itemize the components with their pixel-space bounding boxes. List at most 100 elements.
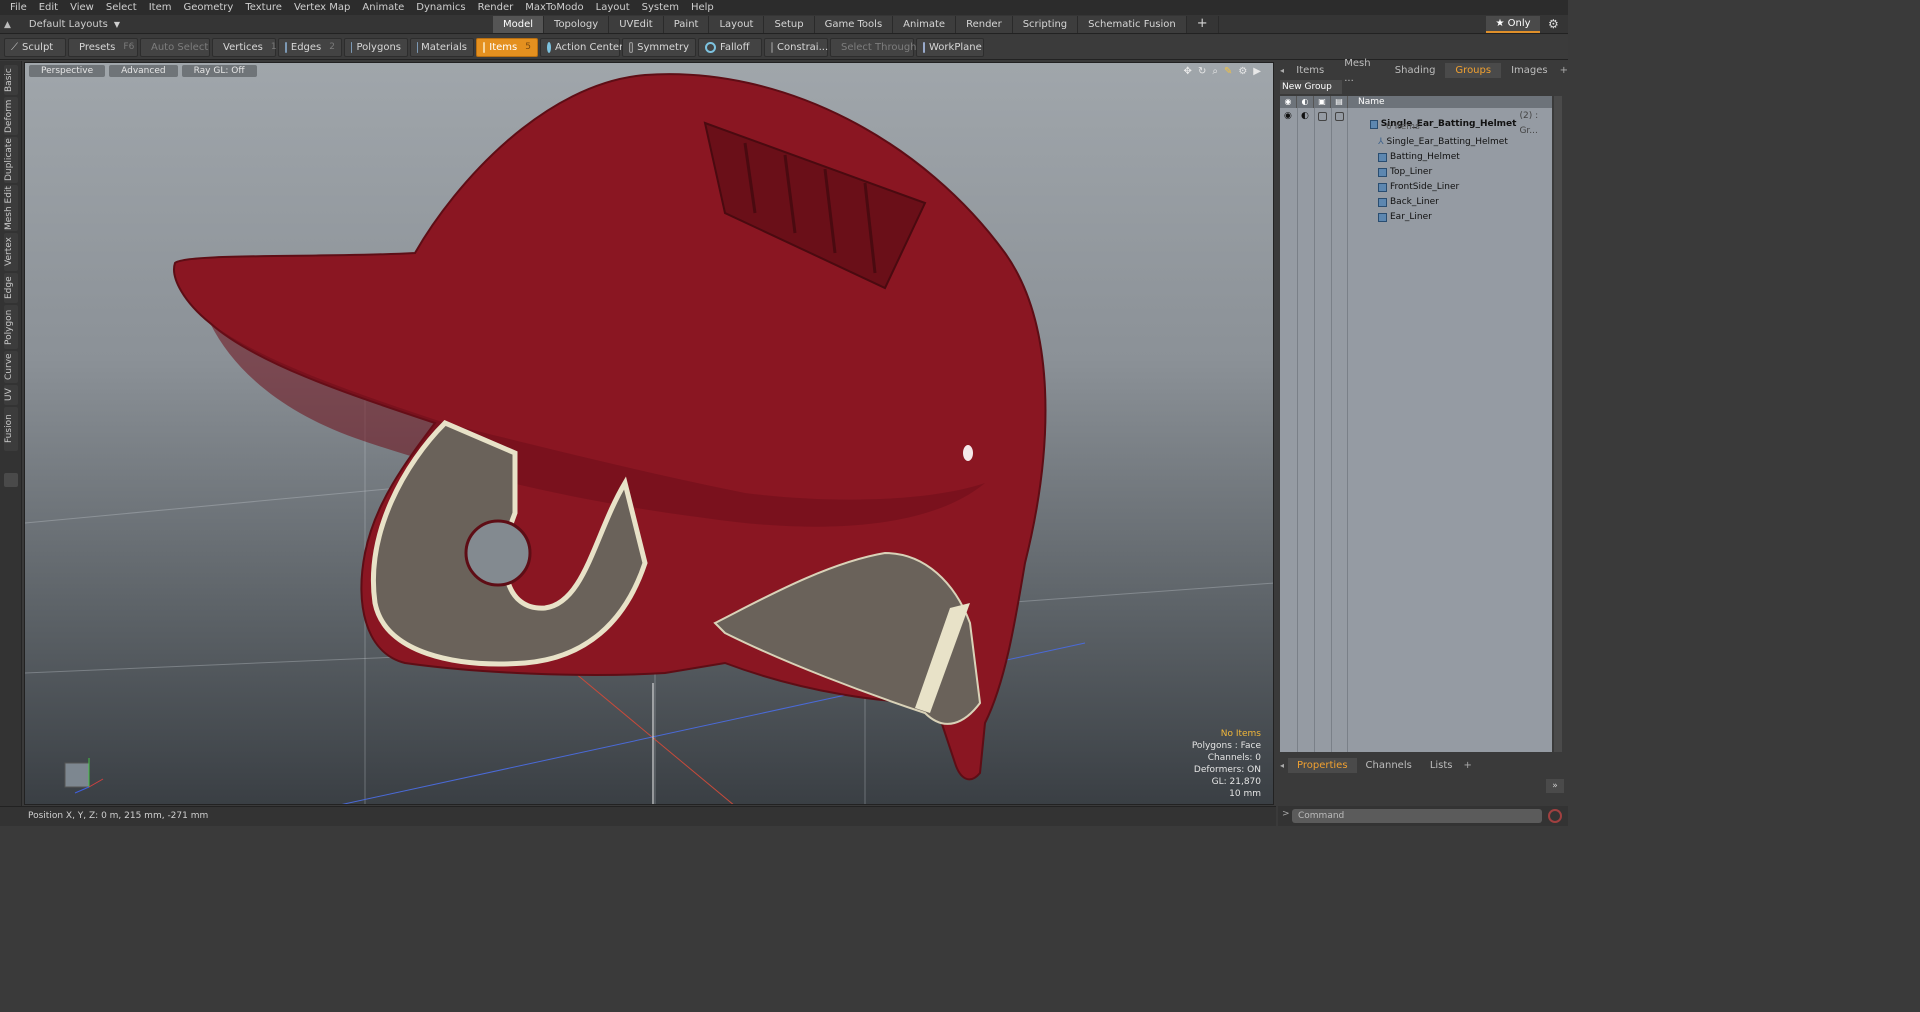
- menu-geometry[interactable]: Geometry: [177, 0, 239, 15]
- new-group-button[interactable]: New Group: [1280, 80, 1342, 94]
- vtab-deform[interactable]: Deform: [4, 97, 18, 135]
- items-button[interactable]: Items 5: [476, 37, 538, 57]
- select-through-button[interactable]: Select Through: [830, 37, 917, 57]
- list-item[interactable]: Back_Liner: [1280, 195, 1552, 210]
- list-item[interactable]: Batting_Helmet: [1280, 150, 1552, 165]
- lock-toggle[interactable]: [1318, 112, 1327, 121]
- auto-select-button[interactable]: Auto Select: [140, 37, 210, 57]
- menu-dynamics[interactable]: Dynamics: [410, 0, 471, 15]
- sculpt-button[interactable]: ⟋ Sculpt: [4, 37, 66, 57]
- vtab-polygon[interactable]: Polygon: [4, 305, 18, 349]
- list-item[interactable]: Top_Liner: [1280, 165, 1552, 180]
- tab-channels[interactable]: Channels: [1357, 758, 1421, 773]
- add-panel-tab-icon[interactable]: +: [1558, 65, 1568, 76]
- menu-select[interactable]: Select: [100, 0, 143, 15]
- vtab-curve[interactable]: Curve: [4, 351, 18, 383]
- tree-scrollbar[interactable]: [1554, 96, 1562, 752]
- brush-view-icon[interactable]: ✎: [1224, 66, 1232, 77]
- list-item[interactable]: ⅄ Single_Ear_Batting_Helmet: [1280, 135, 1552, 150]
- add-tab-button[interactable]: +: [1187, 16, 1219, 33]
- tab-topology[interactable]: Topology: [544, 16, 610, 33]
- vtab-duplicate[interactable]: Duplicate: [4, 137, 18, 183]
- lock-column-icon[interactable]: ▣: [1314, 96, 1331, 108]
- tab-layout[interactable]: Layout: [709, 16, 765, 33]
- bottom-panel-menu-icon[interactable]: ◂: [1278, 761, 1288, 770]
- add-bottom-tab-icon[interactable]: +: [1462, 760, 1472, 771]
- vtab-fusion[interactable]: Fusion: [4, 407, 18, 451]
- edges-button[interactable]: Edges 2: [278, 37, 342, 57]
- menu-file[interactable]: File: [4, 0, 33, 15]
- move-view-icon[interactable]: ✥: [1184, 66, 1192, 77]
- menu-bar: File Edit View Select Item Geometry Text…: [0, 0, 1568, 15]
- menu-system[interactable]: System: [636, 0, 685, 15]
- tab-paint[interactable]: Paint: [663, 16, 710, 33]
- menu-render[interactable]: Render: [472, 0, 520, 15]
- layout-selector[interactable]: ▲ Default Layouts ▼: [4, 17, 120, 32]
- materials-button[interactable]: Materials: [410, 37, 474, 57]
- expand-panel-button[interactable]: »: [1546, 779, 1564, 793]
- tab-animate[interactable]: Animate: [893, 16, 957, 33]
- tab-items[interactable]: Items: [1286, 63, 1334, 78]
- vertices-button[interactable]: Vertices 1: [212, 37, 277, 57]
- render-column-icon[interactable]: ◐: [1297, 96, 1314, 108]
- vtab-vertex[interactable]: Vertex: [4, 233, 18, 271]
- play-icon[interactable]: ▶: [1253, 66, 1261, 77]
- menu-animate[interactable]: Animate: [356, 0, 410, 15]
- batting-helmet-model[interactable]: [173, 73, 1047, 781]
- visibility-column-icon[interactable]: ◉: [1280, 96, 1297, 108]
- menu-layout[interactable]: Layout: [590, 0, 636, 15]
- list-item[interactable]: FrontSide_Liner: [1280, 180, 1552, 195]
- command-input[interactable]: Command: [1292, 809, 1542, 823]
- polygons-button[interactable]: Polygons: [344, 37, 408, 57]
- select-toggle[interactable]: [1335, 112, 1344, 121]
- tab-groups[interactable]: Groups: [1445, 63, 1502, 78]
- presets-button[interactable]: Presets F6: [68, 37, 138, 57]
- stop-icon[interactable]: [1548, 809, 1562, 823]
- action-center-button[interactable]: Action Center: [540, 37, 623, 57]
- select-column-icon[interactable]: ▤: [1331, 96, 1348, 108]
- menu-texture[interactable]: Texture: [239, 0, 288, 15]
- symmetry-button[interactable]: Symmetry: [622, 37, 696, 57]
- advanced-button[interactable]: Advanced: [109, 65, 178, 77]
- name-column-header[interactable]: Name: [1348, 97, 1385, 107]
- menu-maxtomodo[interactable]: MaxToModo: [519, 0, 589, 15]
- rotate-view-icon[interactable]: ↻: [1198, 66, 1206, 77]
- falloff-button[interactable]: Falloff: [698, 37, 762, 57]
- only-button[interactable]: ★ Only: [1486, 16, 1540, 33]
- mesh-icon: [1378, 168, 1387, 177]
- zoom-view-icon[interactable]: ⌕: [1212, 66, 1218, 77]
- expand-toggle[interactable]: [4, 473, 18, 487]
- perspective-button[interactable]: Perspective: [29, 65, 106, 77]
- gear-icon[interactable]: ⚙: [1548, 17, 1562, 31]
- tab-images[interactable]: Images: [1501, 63, 1558, 78]
- tab-setup[interactable]: Setup: [764, 16, 815, 33]
- vtab-basic[interactable]: Basic: [4, 65, 18, 95]
- workplane-button[interactable]: WorkPlane: [916, 37, 984, 57]
- 3d-viewport[interactable]: Perspective Advanced Ray GL: Off ✥ ↻ ⌕ ✎…: [24, 62, 1274, 805]
- tab-uvedit[interactable]: UVEdit: [609, 16, 664, 33]
- vtab-uv[interactable]: UV: [4, 385, 18, 405]
- tab-shading[interactable]: Shading: [1385, 63, 1446, 78]
- vtab-edge[interactable]: Edge: [4, 273, 18, 303]
- menu-vertex-map[interactable]: Vertex Map: [288, 0, 356, 15]
- tab-model[interactable]: Model: [493, 16, 545, 33]
- tab-properties[interactable]: Properties: [1288, 758, 1357, 773]
- selection-info: No Items: [1220, 729, 1261, 739]
- tab-schematic-fusion[interactable]: Schematic Fusion: [1078, 16, 1187, 33]
- tab-render[interactable]: Render: [956, 16, 1013, 33]
- tab-scripting[interactable]: Scripting: [1012, 16, 1079, 33]
- menu-help[interactable]: Help: [685, 0, 720, 15]
- menu-edit[interactable]: Edit: [33, 0, 64, 15]
- vtab-mesh-edit[interactable]: Mesh Edit: [4, 185, 18, 231]
- menu-view[interactable]: View: [64, 0, 100, 15]
- tab-lists[interactable]: Lists: [1421, 758, 1462, 773]
- tab-game-tools[interactable]: Game Tools: [814, 16, 894, 33]
- settings-view-icon[interactable]: ⚙: [1238, 66, 1247, 77]
- list-item[interactable]: Ear_Liner: [1280, 210, 1552, 225]
- raygl-button[interactable]: Ray GL: Off: [181, 65, 257, 77]
- panel-menu-icon[interactable]: ◂: [1278, 66, 1286, 75]
- menu-item[interactable]: Item: [143, 0, 178, 15]
- constrain-button[interactable]: Constrai...: [764, 37, 828, 57]
- scale-info: 10 mm: [1229, 789, 1261, 799]
- collapse-icon[interactable]: ▲: [4, 20, 11, 30]
